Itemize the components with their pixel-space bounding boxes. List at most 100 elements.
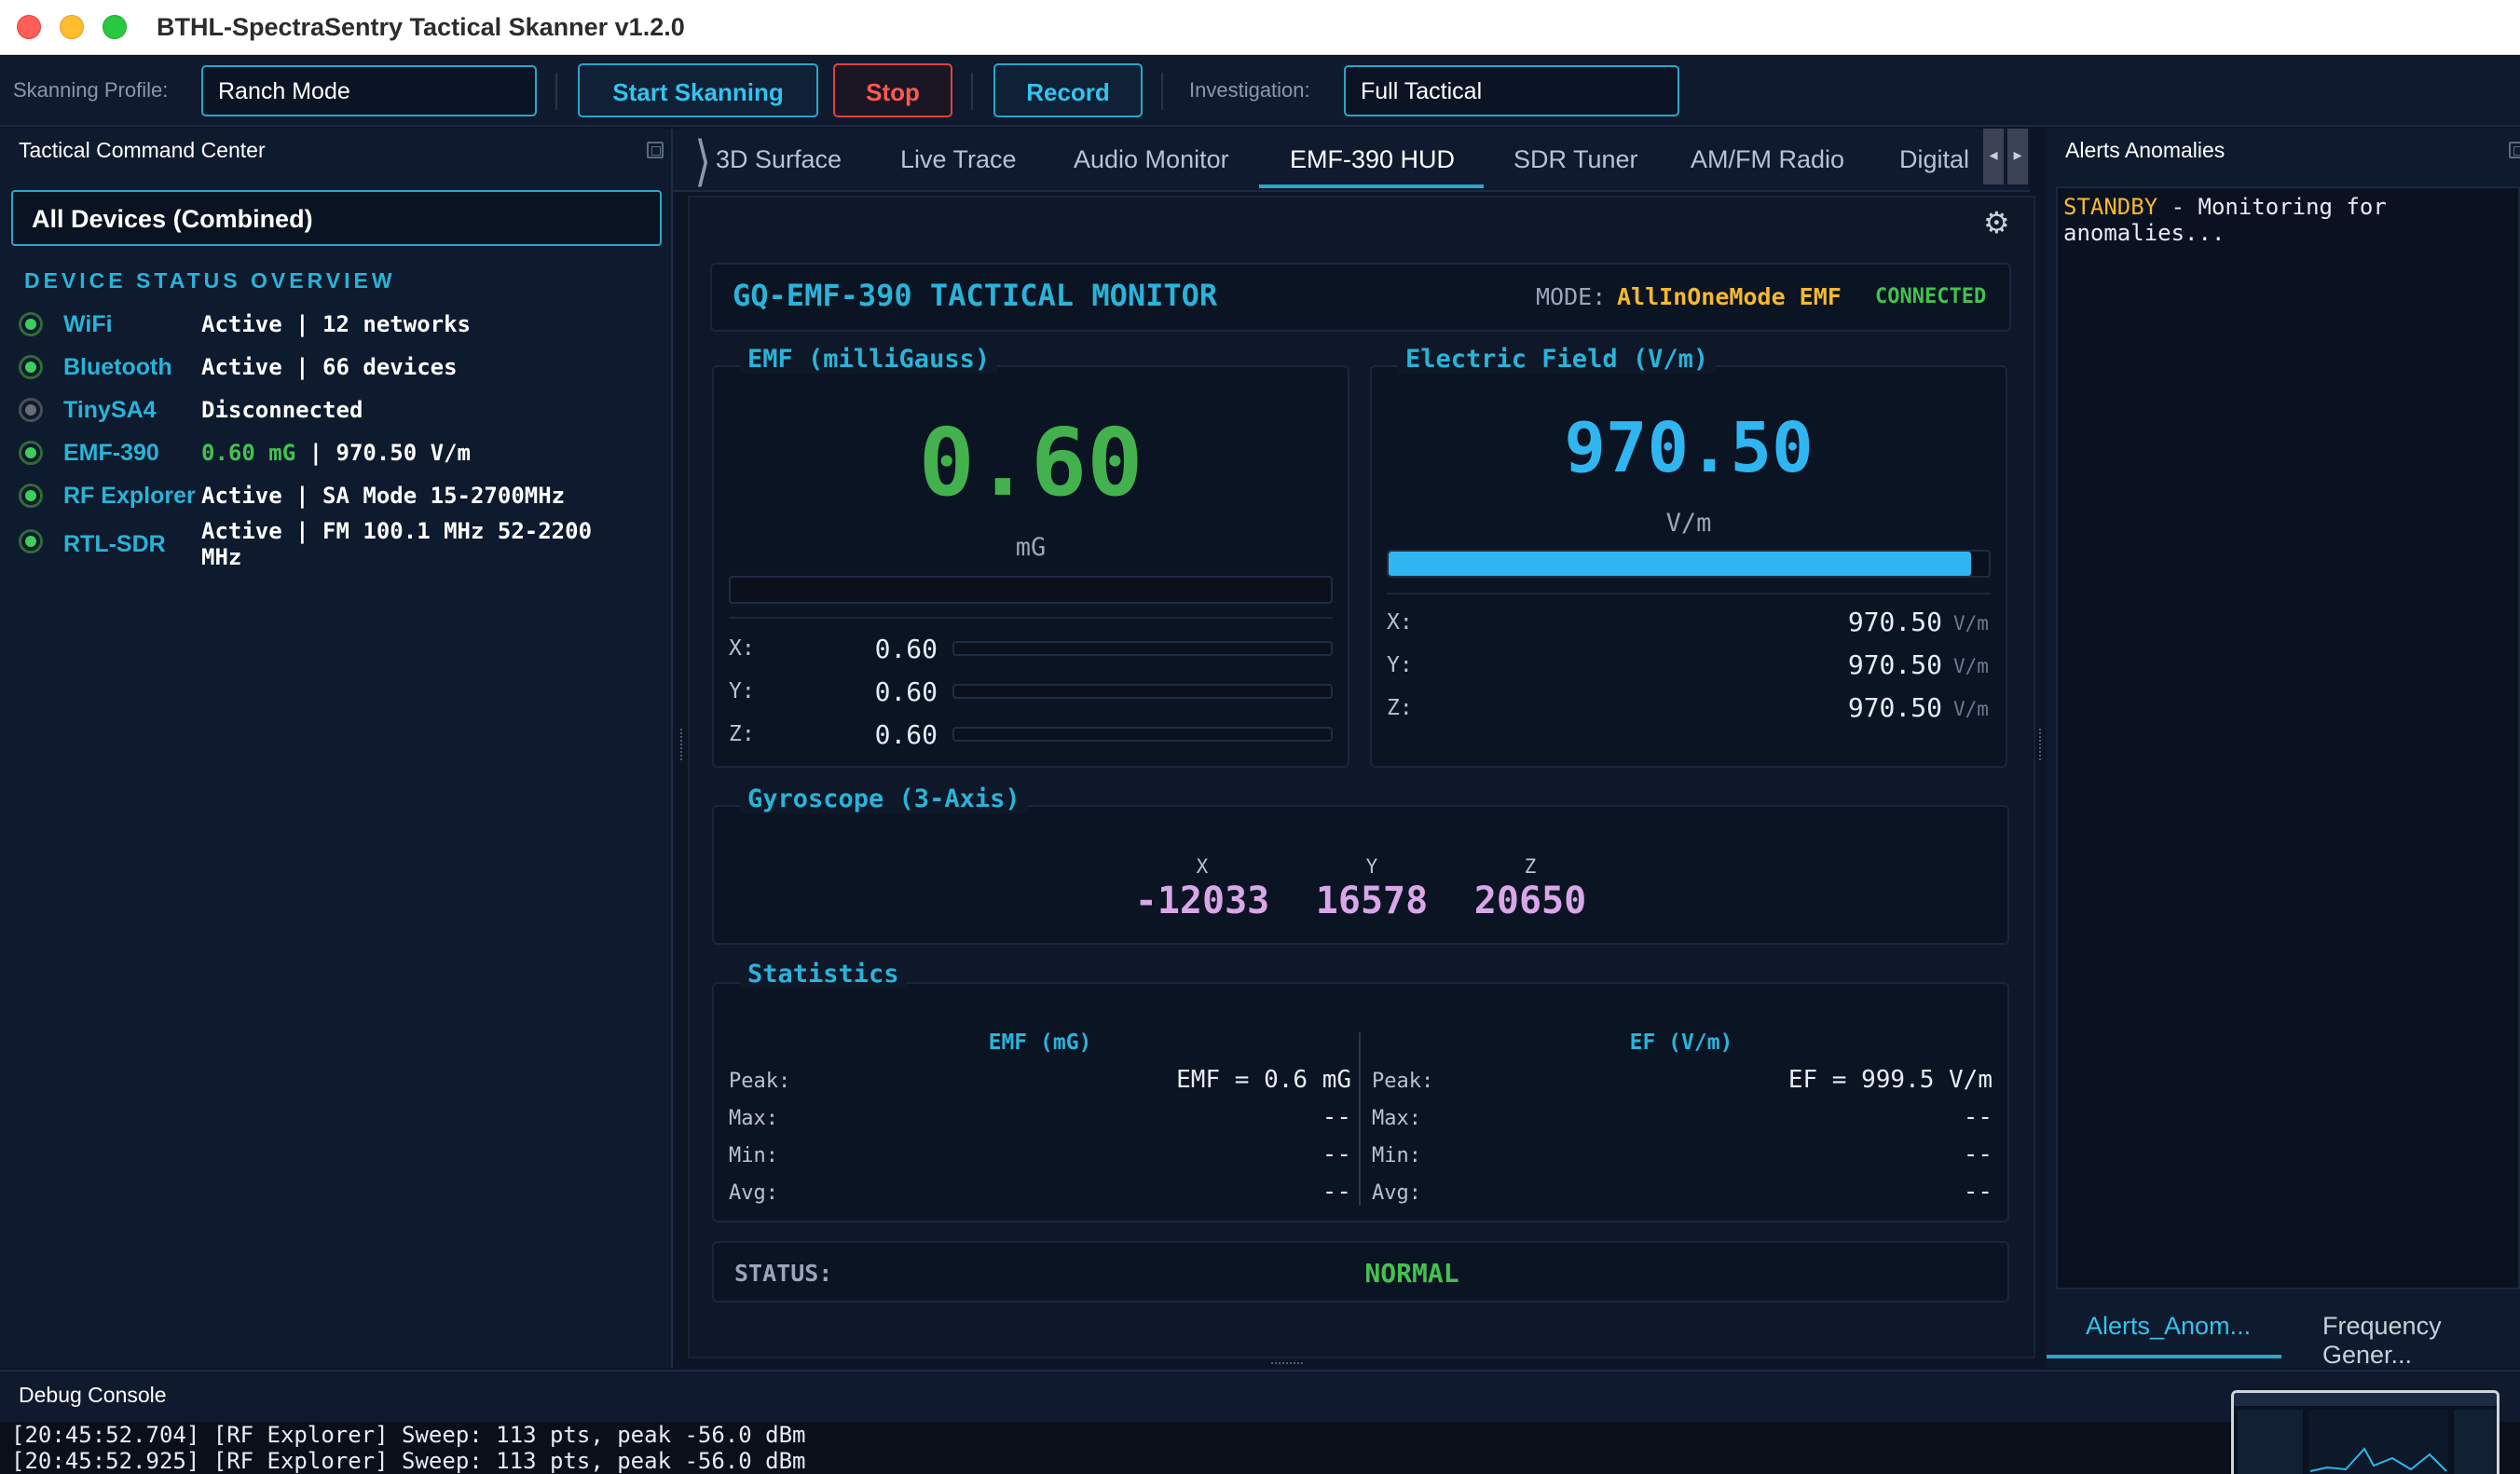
investigation-select[interactable]: Full Tactical bbox=[1344, 65, 1679, 116]
ef-axis-unit: V/m bbox=[1953, 655, 1989, 677]
gear-icon[interactable]: ⚙ bbox=[1983, 205, 2010, 240]
stats-emf-heading: EMF (mG) bbox=[988, 1030, 1092, 1055]
stat-label: Avg: bbox=[1372, 1181, 1421, 1205]
left-splitter-handle[interactable] bbox=[680, 729, 684, 760]
tab-alerts-anomalies[interactable]: Alerts_Anom... bbox=[2086, 1312, 2251, 1341]
connection-status: CONNECTED bbox=[1875, 285, 1987, 308]
device-name: RF Explorer bbox=[63, 483, 196, 509]
device-select[interactable]: All Devices (Combined) bbox=[11, 190, 662, 246]
tab-live-trace[interactable]: Live Trace bbox=[900, 145, 1017, 174]
device-row-rtl-sdr: RTL-SDR Active | FM 100.1 MHz 52-2200 MH… bbox=[19, 518, 662, 578]
divider bbox=[1387, 593, 1991, 594]
status-dot-icon bbox=[19, 312, 43, 336]
stat-ef-value: -- bbox=[1963, 1178, 1993, 1206]
ef-axis-value: 970.50 bbox=[1847, 607, 1942, 637]
status-value: NORMAL bbox=[1364, 1258, 1459, 1289]
debug-log: [20:45:52.704] [RF Explorer] Sweep: 113 … bbox=[0, 1422, 2520, 1474]
device-name: RTL-SDR bbox=[63, 531, 166, 557]
device-status: Active | 66 devices bbox=[201, 354, 458, 380]
chevron-right-icon[interactable]: ❭ bbox=[692, 132, 713, 186]
alert-message: STANDBY - Monitoring for anomalies... bbox=[2063, 194, 2511, 246]
status-dot-icon bbox=[19, 529, 43, 553]
window-thumbnail[interactable] bbox=[2231, 1390, 2499, 1474]
ef-axis-label: Y: bbox=[1387, 653, 1413, 677]
tab-frequency-generator[interactable]: Frequency Gener... bbox=[2322, 1312, 2520, 1370]
device-status: 0.60 mG | 970.50 V/m bbox=[201, 440, 649, 466]
stat-ef-value: -- bbox=[1963, 1140, 1993, 1168]
emf-axis-label: X: bbox=[729, 636, 755, 661]
tab-scroll-right-icon[interactable]: ▸ bbox=[2007, 129, 2028, 184]
ef-axis-value: 970.50 bbox=[1847, 649, 1942, 680]
device-status: Active | SA Mode 15-2700MHz bbox=[201, 483, 566, 509]
device-status-rest: | 970.50 V/m bbox=[295, 440, 471, 466]
right-splitter-handle[interactable] bbox=[2039, 729, 2043, 760]
emf-axis-value: 0.60 bbox=[874, 676, 938, 707]
toolbar-separator bbox=[555, 73, 557, 110]
minimize-window-button[interactable] bbox=[60, 15, 84, 39]
device-row-bluetooth: Bluetooth Active | 66 devices bbox=[19, 348, 662, 386]
window-title: BTHL-SpectraSentry Tactical Skanner v1.2… bbox=[157, 13, 685, 41]
ef-axis-value: 970.50 bbox=[1847, 692, 1942, 723]
device-status: Active | FM 100.1 MHz 52-2200 MHz bbox=[201, 518, 593, 570]
tactical-command-center-panel: Tactical Command Center All Devices (Com… bbox=[0, 129, 673, 1368]
close-window-button[interactable] bbox=[17, 15, 41, 39]
stat-ef-value: EF = 999.5 V/m bbox=[1787, 1066, 1993, 1094]
debug-console-title: Debug Console bbox=[19, 1383, 167, 1407]
ef-unit: V/m bbox=[1665, 509, 1712, 538]
bottom-splitter-handle[interactable] bbox=[1271, 1362, 1303, 1366]
ef-value: 970.50 bbox=[1564, 408, 1814, 488]
tab-sdr-tuner[interactable]: SDR Tuner bbox=[1513, 145, 1638, 174]
undock-icon[interactable] bbox=[647, 142, 664, 158]
stat-emf-value: -- bbox=[1322, 1178, 1351, 1206]
emf-level-bar bbox=[729, 576, 1333, 604]
undock-icon[interactable] bbox=[2509, 142, 2520, 158]
title-bar: BTHL-SpectraSentry Tactical Skanner v1.2… bbox=[0, 0, 2520, 55]
gyro-axis-value: 20650 bbox=[1473, 880, 1587, 922]
panel-title: Alerts Anomalies bbox=[2065, 138, 2226, 162]
divider bbox=[729, 617, 1333, 619]
zoom-window-button[interactable] bbox=[103, 15, 127, 39]
stat-label: Avg: bbox=[729, 1181, 778, 1205]
stop-button[interactable]: Stop bbox=[833, 63, 952, 117]
emf-value: 0.60 bbox=[918, 408, 1144, 517]
stat-label: Max: bbox=[729, 1107, 778, 1130]
device-row-tinysa4: TinySA4 Disconnected bbox=[19, 391, 662, 429]
tab-3d-surface[interactable]: 3D Surface bbox=[716, 145, 842, 174]
toolbar-separator bbox=[1161, 73, 1163, 110]
stats-separator bbox=[1359, 1032, 1361, 1206]
mode-value: AllInOneMode EMF bbox=[1617, 283, 1842, 310]
status-dot-icon bbox=[19, 355, 43, 379]
statistics-title: Statistics bbox=[740, 960, 907, 989]
emf-axis-label: Y: bbox=[729, 679, 755, 703]
device-row-wifi: WiFi Active | 12 networks bbox=[19, 306, 662, 343]
device-row-emf390: EMF-390 0.60 mG | 970.50 V/m bbox=[19, 434, 662, 471]
device-name: Bluetooth bbox=[63, 354, 172, 380]
stats-ef-heading: EF (V/m) bbox=[1629, 1030, 1733, 1055]
ef-group-title: Electric Field (V/m) bbox=[1398, 345, 1717, 374]
view-tab-bar: ❭ 3D Surface Live Trace Audio Monitor EM… bbox=[673, 129, 2030, 192]
profile-select[interactable]: Ranch Mode bbox=[201, 65, 537, 116]
tab-emf-390-hud[interactable]: EMF-390 HUD bbox=[1290, 145, 1455, 174]
tab-digital[interactable]: Digital bbox=[1899, 145, 1969, 174]
panel-title: Tactical Command Center bbox=[19, 138, 266, 162]
emf-group-title: EMF (milliGauss) bbox=[740, 345, 998, 374]
emf-axis-bar bbox=[952, 641, 1333, 656]
emf-axis-bar bbox=[952, 727, 1333, 742]
device-status-emf: 0.60 mG bbox=[201, 440, 296, 466]
ef-axis-label: Z: bbox=[1387, 696, 1413, 720]
device-status: Disconnected bbox=[201, 397, 363, 423]
log-line: [20:45:52.925] [RF Explorer] Sweep: 113 … bbox=[11, 1448, 806, 1474]
stat-label: Peak: bbox=[1372, 1070, 1434, 1093]
gyro-axis-label: Z bbox=[1524, 855, 1537, 878]
ef-level-fill bbox=[1389, 552, 1971, 576]
emf-axis-value: 0.60 bbox=[874, 719, 938, 750]
start-skanning-button[interactable]: Start Skanning bbox=[578, 63, 818, 117]
ef-axis-label: X: bbox=[1387, 610, 1413, 635]
active-tab-indicator bbox=[1259, 184, 1484, 188]
status-label: STATUS: bbox=[734, 1260, 833, 1287]
tab-scroll-left-icon[interactable]: ◂ bbox=[1983, 129, 2004, 184]
alert-state: STANDBY bbox=[2063, 194, 2158, 220]
tab-audio-monitor[interactable]: Audio Monitor bbox=[1074, 145, 1229, 174]
record-button[interactable]: Record bbox=[993, 63, 1143, 117]
tab-am-fm-radio[interactable]: AM/FM Radio bbox=[1691, 145, 1844, 174]
